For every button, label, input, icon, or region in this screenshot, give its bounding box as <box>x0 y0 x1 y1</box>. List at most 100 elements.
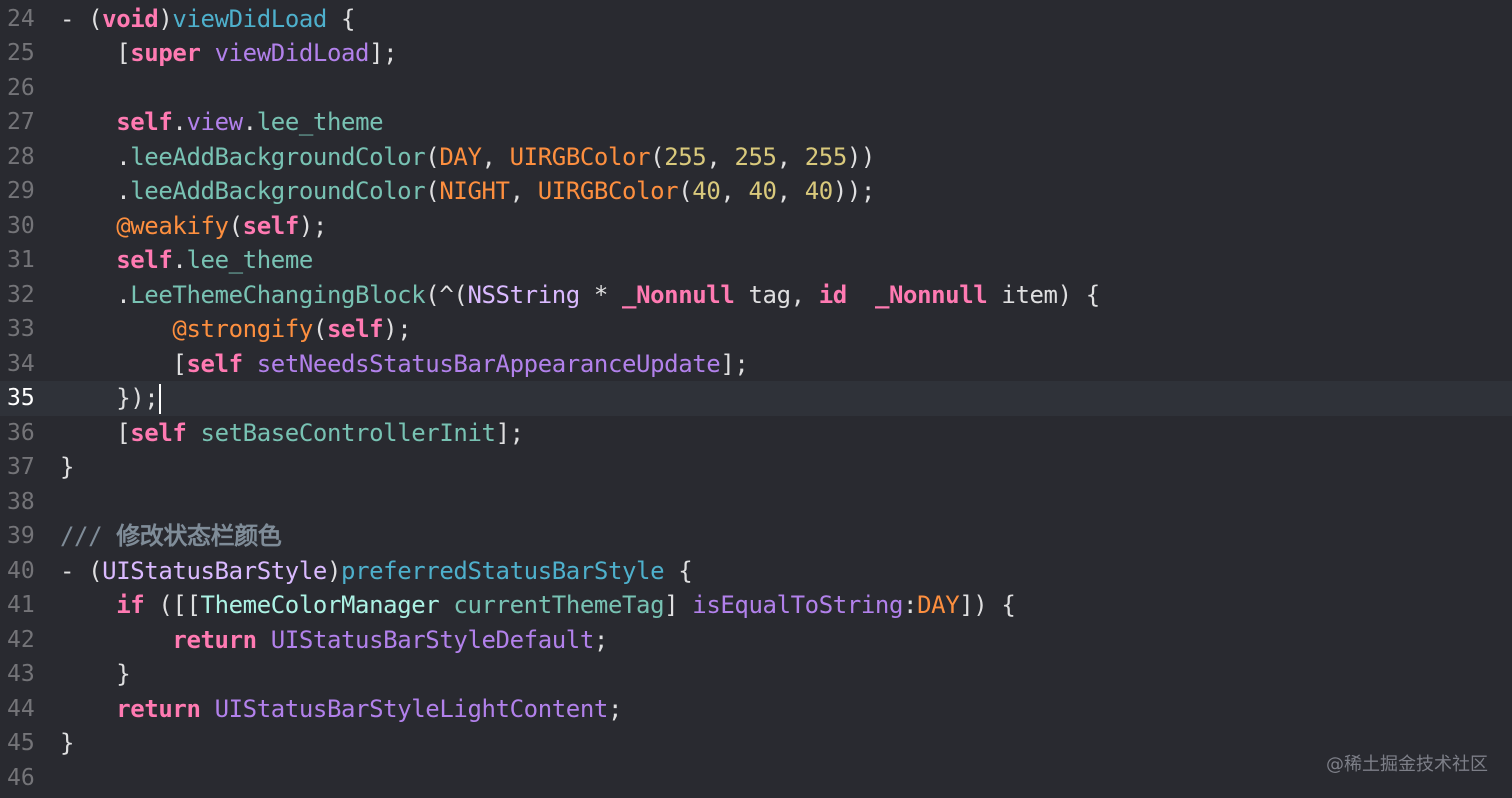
code-token: [ <box>60 39 131 67</box>
code-token: @strongify <box>172 315 313 343</box>
code-line[interactable]: 40 - (UIStatusBarStyle)preferredStatusBar… <box>0 554 1512 589</box>
code-token: ); <box>383 315 412 343</box>
code-token: . <box>242 108 257 136</box>
code-token: viewDidLoad <box>214 39 370 67</box>
code-token: setBaseControllerInit <box>200 418 496 447</box>
line-code: [self setNeedsStatusBarAppearanceUpdate]… <box>60 347 748 382</box>
code-line[interactable]: 45} <box>0 726 1512 761</box>
code-token: _Nonnull <box>874 280 988 309</box>
code-token: 修改状态栏颜色 <box>116 522 282 550</box>
code-token: LeeThemeChangingBlock <box>130 280 426 309</box>
watermark: @稀土掘金技术社区 <box>1326 754 1488 775</box>
code-line[interactable]: 42 return UIStatusBarStyleDefault; <box>0 623 1512 658</box>
code-line[interactable]: 37} <box>0 450 1512 485</box>
code-line[interactable]: 27 self.view.lee_theme <box>0 105 1512 140</box>
code-token: } <box>60 660 131 688</box>
code-token: )); <box>832 177 876 205</box>
code-token: ( <box>425 142 440 171</box>
code-token: UIRGBColor <box>509 142 651 171</box>
code-token: self <box>130 418 187 447</box>
code-line[interactable]: 44 return UIStatusBarStyleLightContent; <box>0 692 1512 727</box>
code-line[interactable]: 30 @weakify(self); <box>0 209 1512 244</box>
code-token: NSString <box>467 280 580 309</box>
code-token: self <box>116 108 173 136</box>
line-number: 24 <box>7 5 35 32</box>
code-line[interactable]: 24 - (void)viewDidLoad { <box>0 2 1512 37</box>
code-token: ( <box>425 177 440 205</box>
code-token: . <box>172 246 187 274</box>
code-line[interactable]: 32 .LeeThemeChangingBlock(^(NSString * _… <box>0 278 1512 313</box>
code-token: } <box>60 729 75 757</box>
line-number: 28 <box>7 143 35 170</box>
code-token: self <box>242 211 300 240</box>
code-line[interactable]: 34 [self setNeedsStatusBarAppearanceUpda… <box>0 347 1512 382</box>
code-token: lee_theme <box>256 108 384 136</box>
line-code: } <box>60 726 74 761</box>
code-line[interactable]: 26 <box>0 71 1512 106</box>
line-number: 44 <box>7 695 35 722</box>
code-token: item) { <box>987 280 1100 309</box>
line-code: return UIStatusBarStyleLightContent; <box>60 692 622 727</box>
code-editor[interactable]: 24- (void)viewDidLoad {25 [super viewDid… <box>0 0 1512 798</box>
code-token: ]; <box>369 39 398 67</box>
line-code: @weakify(self); <box>60 209 327 244</box>
code-token: self <box>186 349 243 378</box>
code-token: , <box>720 177 749 205</box>
code-line[interactable]: 29 .leeAddBackgroundColor(NIGHT, UIRGBCo… <box>0 174 1512 209</box>
code-token: }); <box>60 384 159 412</box>
code-line[interactable]: 46 <box>0 761 1512 796</box>
line-number: 41 <box>7 592 35 618</box>
code-line[interactable]: 33 @strongify(self); <box>0 312 1512 347</box>
line-number: 45 <box>7 730 35 756</box>
code-token: currentThemeTag <box>453 591 665 619</box>
line-number: 42 <box>7 626 35 653</box>
code-token: (^( <box>425 280 468 309</box>
code-token: ); <box>298 211 328 240</box>
code-token: , <box>776 142 805 171</box>
line-number: 37 <box>7 454 35 480</box>
line-code: } <box>60 657 130 692</box>
line-number: 32 <box>7 281 35 308</box>
line-number: 34 <box>7 350 35 377</box>
line-code: .leeAddBackgroundColor(NIGHT, UIRGBColor… <box>60 174 875 209</box>
line-number: 30 <box>7 212 35 239</box>
code-token: UIStatusBarStyleLightContent <box>214 694 609 723</box>
code-line[interactable]: 28 .leeAddBackgroundColor(DAY, UIRGBColo… <box>0 140 1512 175</box>
line-code: [super viewDidLoad]; <box>60 36 397 71</box>
code-token: self <box>326 315 384 343</box>
line-number: 25 <box>7 40 35 66</box>
code-token: UIRGBColor <box>537 177 679 205</box>
code-token: 40 <box>692 177 721 205</box>
code-line[interactable]: 41 if ([[ThemeColorManager currentThemeT… <box>0 588 1512 623</box>
code-token: : <box>903 591 918 619</box>
code-line[interactable]: 39 /// 修改状态栏颜色 <box>0 519 1512 554</box>
code-token: ]) { <box>959 591 1016 619</box>
line-number: 40 <box>7 557 35 584</box>
code-token: } <box>60 453 75 481</box>
line-code: .LeeThemeChangingBlock(^(NSString * _Non… <box>60 278 1100 313</box>
code-token: - ( <box>60 4 103 33</box>
code-token: . <box>60 280 131 309</box>
line-number: 27 <box>7 109 35 135</box>
code-line[interactable]: 38 <box>0 485 1512 520</box>
line-number: 43 <box>7 661 35 687</box>
code-line[interactable]: 36 [self setBaseControllerInit]; <box>0 416 1512 451</box>
code-token: ([[ <box>144 591 201 619</box>
code-token: 40 <box>748 177 778 205</box>
code-line[interactable]: 35 }); <box>0 381 1512 416</box>
code-line[interactable]: 25 [super viewDidLoad]; <box>0 36 1512 71</box>
code-token: [ <box>60 418 131 447</box>
code-token: ] <box>664 591 693 619</box>
code-token: { <box>326 4 356 33</box>
code-line[interactable]: 31 self.lee_theme <box>0 243 1512 278</box>
code-token: id <box>818 280 848 309</box>
code-line[interactable]: 43 } <box>0 657 1512 692</box>
line-number: 38 <box>7 488 35 515</box>
line-number: 26 <box>7 74 35 101</box>
